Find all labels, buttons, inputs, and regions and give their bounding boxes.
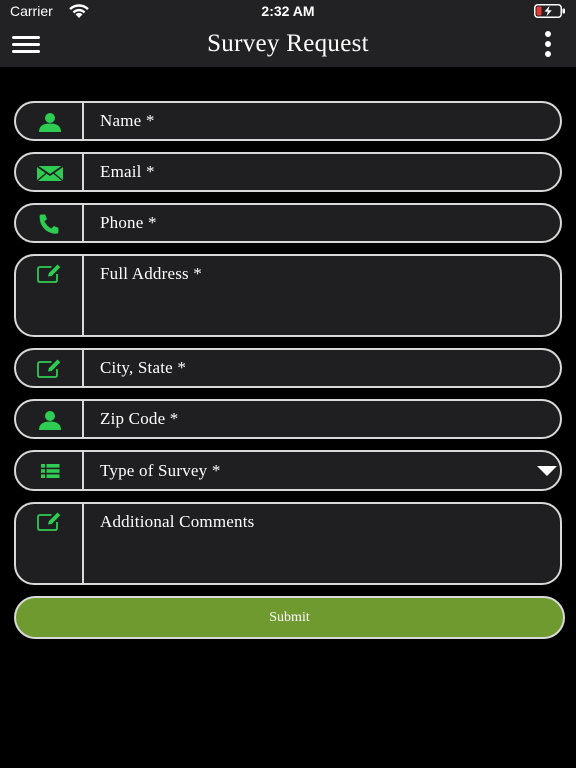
field-icon-cell (16, 205, 84, 241)
field-icon-cell (16, 452, 84, 489)
zip-code-field[interactable]: Zip Code * (14, 399, 562, 439)
field-icon-cell (16, 504, 84, 583)
name-placeholder: Name * (100, 111, 155, 130)
battery-icon (534, 4, 565, 18)
field-icon-cell (16, 154, 84, 190)
clock-time: 2:32 AM (261, 3, 315, 19)
user-icon (39, 411, 61, 430)
field-icon-cell (16, 256, 84, 335)
phone-field[interactable]: Phone * (14, 203, 562, 243)
additional-comments-field[interactable]: Additional Comments (14, 502, 562, 585)
survey-type-placeholder: Type of Survey * (100, 461, 221, 480)
field-icon-cell (16, 350, 84, 386)
submit-button[interactable]: Submit (14, 596, 565, 639)
field-icon-cell (16, 103, 84, 139)
city-state-field[interactable]: City, State * (14, 348, 562, 388)
email-field[interactable]: Email * (14, 152, 562, 192)
name-field[interactable]: Name * (14, 101, 562, 141)
edit-icon (37, 359, 61, 378)
page-title: Survey Request (207, 30, 369, 57)
list-icon (41, 464, 60, 478)
full-address-placeholder: Full Address * (100, 264, 202, 283)
phone-icon (39, 214, 59, 234)
full-address-field[interactable]: Full Address * (14, 254, 562, 337)
navigation-bar: Survey Request (0, 22, 576, 67)
charging-bolt-icon (544, 5, 552, 17)
chevron-down-icon[interactable] (537, 466, 557, 476)
city-state-placeholder: City, State * (100, 358, 187, 377)
field-icon-cell (16, 401, 84, 437)
phone-placeholder: Phone * (100, 213, 157, 232)
edit-icon (37, 512, 61, 531)
user-icon (39, 113, 61, 132)
additional-comments-placeholder: Additional Comments (100, 512, 255, 531)
survey-type-dropdown[interactable]: Type of Survey * (14, 450, 562, 491)
status-bar: Carrier 2:32 AM (0, 0, 576, 22)
email-placeholder: Email * (100, 162, 155, 181)
envelope-icon (36, 165, 64, 182)
more-vertical-icon[interactable] (541, 31, 555, 57)
zip-code-placeholder: Zip Code * (100, 409, 179, 428)
edit-icon (37, 264, 61, 283)
